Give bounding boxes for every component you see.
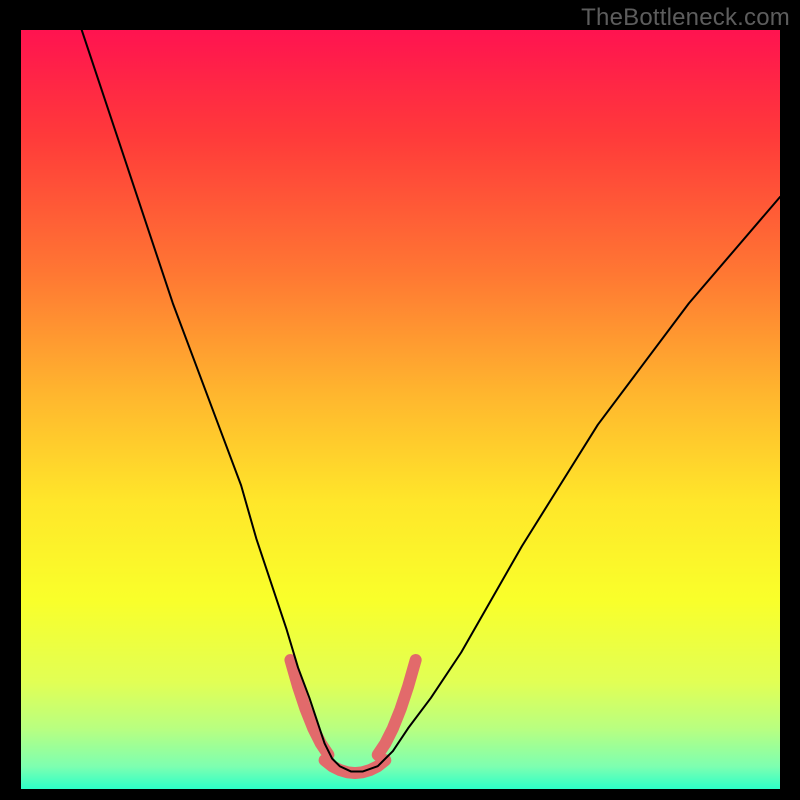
watermark-text: TheBottleneck.com <box>581 4 790 32</box>
chart-svg <box>21 30 780 789</box>
plot-area <box>21 30 780 789</box>
gradient-background <box>21 30 780 789</box>
chart-frame: TheBottleneck.com <box>0 0 800 800</box>
